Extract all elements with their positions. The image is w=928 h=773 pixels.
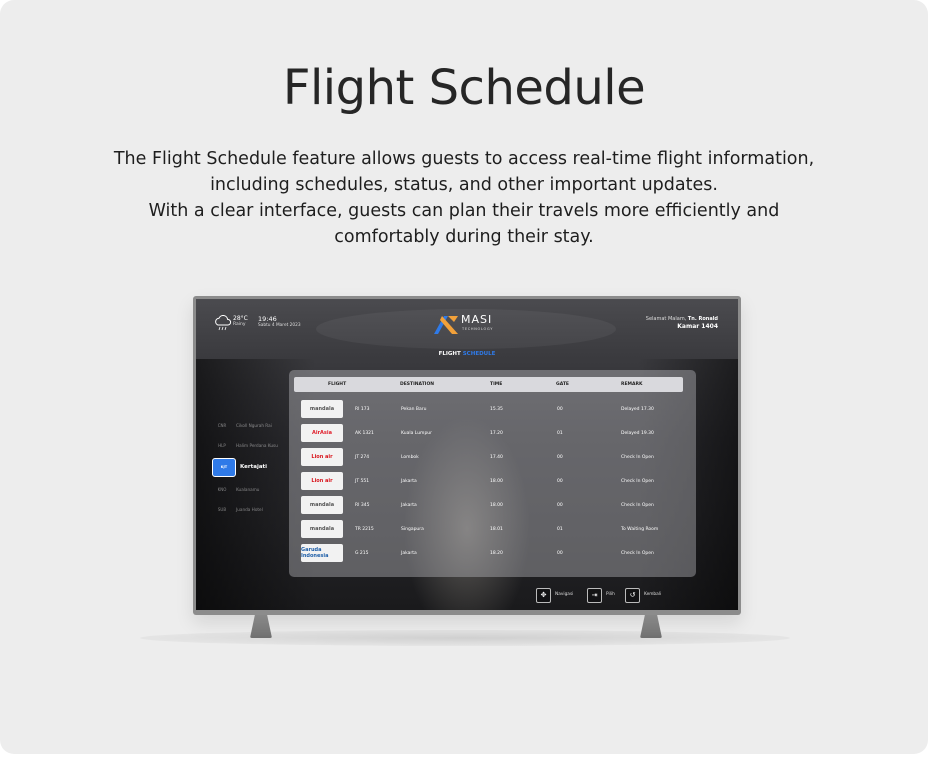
clock-date: Sabtu 4 Maret 2023 [258,323,301,328]
destination: Lombok [401,455,419,460]
flight-table: FLIGHT DESTINATION TIME GATE REMARK mand… [289,370,696,577]
flight-number: G 215 [355,551,369,556]
airline-logo-icon: Lion air [301,448,343,466]
feature-description: The Flight Schedule feature allows guest… [70,146,858,250]
navigate-label: Navigasi [555,592,574,597]
airport-logo-icon: SUB [217,506,227,512]
gate: 00 [557,551,563,556]
airport-logo-icon: HLP [218,442,226,448]
column-header-remark: REMARK [621,382,643,387]
select-label: Pilih [606,592,615,597]
masi-logo-icon [434,316,458,334]
destination: Jakarta [401,503,417,508]
cloud-rain-icon [215,315,232,331]
departure-time: 18.20 [490,551,503,556]
table-row[interactable]: Lion air JT 551 Jakarta 18.00 00 Check In Ope… [294,470,683,494]
remark: Check In Open [621,551,654,556]
temperature: 28°C [233,315,248,322]
dpad-icon[interactable]: ✥ [536,588,551,603]
greeting: Selamat Malam, Tn. Ronald [646,316,718,322]
remark: Check In Open [621,503,654,508]
airport-logo-icon: KJT [212,457,236,477]
guest-name: Tn. Ronald [687,316,718,322]
brand-name: MASI [461,313,493,326]
room-number: Kamar 1404 [677,323,718,330]
sidebar-item-label: Cikoll Ngurah Rai [236,422,272,428]
table-row[interactable]: Garuda Indonesia G 215 Jakarta 18.20 00 Check… [294,542,683,566]
column-header-gate: GATE [556,382,569,387]
gate: 01 [557,527,563,532]
departure-time: 18.00 [490,479,503,484]
page-title: Flight Schedule [282,60,646,116]
remark: To Waiting Room [621,527,659,532]
table-row[interactable]: mandala RI 345 Jakarta 18.00 00 Check In Open [294,494,683,518]
tv-stand-leg-right [640,612,662,638]
column-header-destination: DESTINATION [400,382,435,387]
tv-shadow [140,630,790,646]
table-row[interactable]: Lion air JT 274 Lombok 17.40 00 Check In Open [294,446,683,470]
feature-card: Flight Schedule The Flight Schedule feat… [0,0,928,754]
gate: 01 [557,431,563,436]
airline-logo-icon: mandala [301,520,343,538]
sidebar-item-label: Kualanamu [236,486,260,492]
brand-subtitle: TECHNOLOGY [462,327,494,331]
tv-frame: 28°C Rainy 19:46 Sabtu 4 Maret 2023 MASI… [193,296,741,615]
greeting-prefix: Selamat Malam, [645,316,687,322]
remark: Delayed 17.30 [621,407,654,412]
airport-logo-icon: KNO [217,486,227,492]
table-row[interactable]: AirAsia AK 1321 Kuala Lumpur 17.20 01 Delayed… [294,422,683,446]
destination: Singapura [401,527,424,532]
table-row[interactable]: mandala RI 173 Pekan Baru 15.35 00 Delayed 17… [294,398,683,422]
remark: Check In Open [621,479,654,484]
column-header-flight: FLIGHT [328,382,347,387]
flight-number: TR 2215 [355,527,374,532]
departure-time: 17.20 [490,431,503,436]
airline-logo-icon: mandala [301,400,343,418]
destination: Jakarta [401,479,417,484]
tv-screen: 28°C Rainy 19:46 Sabtu 4 Maret 2023 MASI… [196,299,738,610]
description-line: The Flight Schedule feature allows guest… [113,149,815,169]
remark: Check In Open [621,455,654,460]
airline-logo-icon: mandala [301,496,343,514]
description-line: including schedules, status, and other i… [210,175,718,195]
destination: Pekan Baru [401,407,427,412]
column-header-time: TIME [490,382,503,387]
weather-condition: Rainy [233,322,246,327]
flight-number: JT 551 [355,479,370,484]
select-icon[interactable]: ⇥ [587,588,602,603]
clock-time: 19:46 [258,315,277,323]
sidebar-item-label: Halim Perdana Kusu [236,442,278,448]
flight-number: AK 1321 [355,431,374,436]
destination: Jakarta [401,551,417,556]
table-row[interactable]: mandala TR 2215 Singapura 18.01 01 To Waiting… [294,518,683,542]
departure-time: 18.00 [490,503,503,508]
flight-number: RI 345 [355,503,370,508]
description-line: With a clear interface, guests can plan … [148,201,780,221]
tv-stand-leg-left [250,612,272,638]
gate: 00 [557,455,563,460]
airline-logo-icon: Lion air [301,472,343,490]
sidebar-item-label: Kertajati [240,464,268,470]
departure-time: 15.35 [490,407,503,412]
remark: Delayed 19.30 [621,431,654,436]
screen-heading: FLIGHT SCHEDULE [196,351,738,357]
departure-time: 18.01 [490,527,503,532]
flight-number: JT 274 [355,455,370,460]
gate: 00 [557,503,563,508]
destination: Kuala Lumpur [401,431,432,436]
table-header: FLIGHT DESTINATION TIME GATE REMARK [294,377,683,392]
gate: 00 [557,407,563,412]
gate: 00 [557,479,563,484]
sidebar-item-label: Juanda Hotel [236,506,263,512]
heading-accent: SCHEDULE [462,351,496,357]
flight-number: RI 173 [355,407,370,412]
back-label: Kembali [644,592,662,597]
airport-logo-icon: CNR [217,422,227,428]
airline-logo-icon: AirAsia [301,424,343,442]
description-line: comfortably during their stay. [334,227,594,247]
airline-logo-icon: Garuda Indonesia [301,544,343,562]
heading-main: FLIGHT [438,351,461,357]
back-icon[interactable]: ↺ [625,588,640,603]
departure-time: 17.40 [490,455,503,460]
